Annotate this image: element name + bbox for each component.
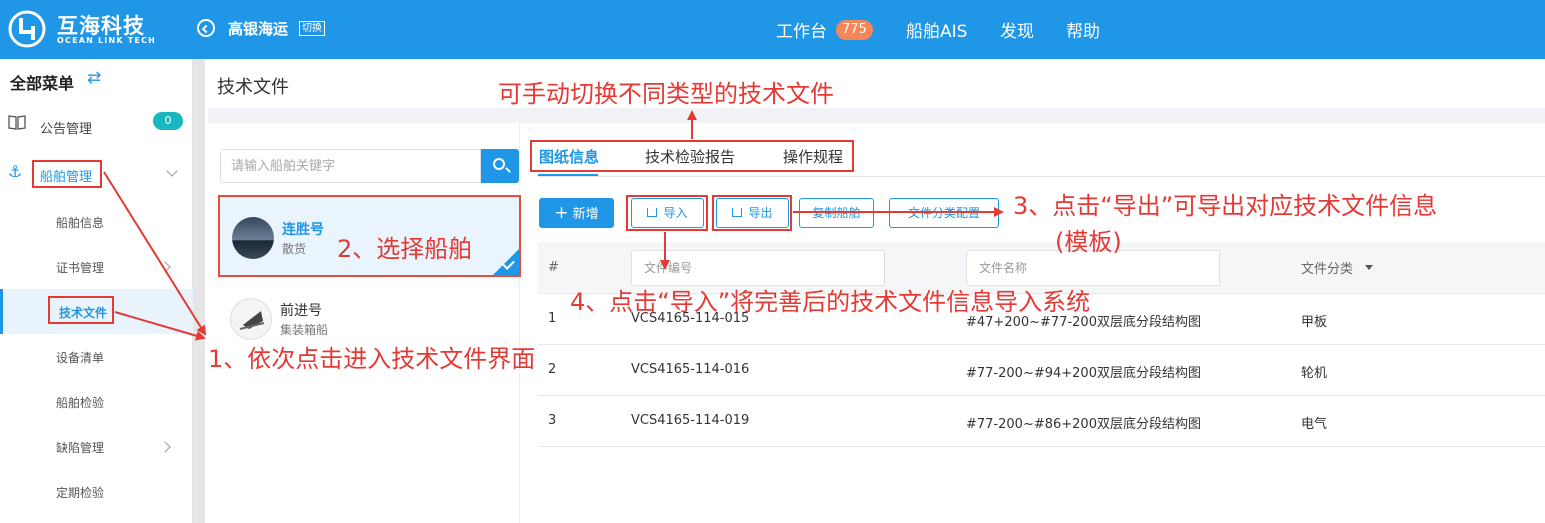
annotation-step-2: 2、选择船舶 (337, 235, 473, 263)
ship-name: 前进号 (280, 303, 322, 319)
company-name: 高银海运 (228, 20, 289, 38)
sidebar-scrollbar[interactable] (193, 59, 205, 523)
sidebar-item-label: 公告管理 (40, 122, 93, 137)
add-button[interactable]: + 新增 (539, 198, 614, 228)
caret-down-icon[interactable] (1365, 265, 1373, 270)
annotation-box-tabs (530, 140, 854, 172)
nav-help[interactable]: 帮助 (1066, 17, 1100, 42)
sidebar-item-ship-inspection[interactable]: 船舶检验 (56, 394, 104, 411)
row-category: 甲板 (1301, 315, 1328, 330)
back-arrow-icon[interactable] (197, 19, 215, 37)
row-index: 2 (548, 362, 557, 377)
content-divider (208, 108, 1545, 123)
nav-ship-ais[interactable]: 船舶AIS (906, 17, 967, 42)
annotation-step-1: 1、依次点击进入技术文件界面 (208, 345, 536, 373)
row-category: 电气 (1301, 417, 1328, 432)
anchor-icon: ⚓ (8, 162, 23, 181)
row-category: 轮机 (1301, 366, 1328, 381)
switch-company-button[interactable]: 切换 (299, 21, 325, 36)
search-icon (493, 158, 505, 170)
annotation-box-ship-management (32, 160, 102, 188)
table-row[interactable]: 2 VCS4165-114-016 #77-200~#94+200双层底分段结构… (538, 345, 1545, 396)
announcement-count-badge: 0 (153, 112, 183, 130)
annotation-step-4: 4、点击“导入”将完善后的技术文件信息导入系统 (570, 288, 1091, 316)
logo-subtext: OCEAN LINK TECH (57, 36, 157, 45)
file-number-filter-input[interactable] (631, 250, 885, 286)
ship-icon (239, 311, 265, 330)
ocean-link-logo-icon (8, 10, 46, 48)
chevron-down-icon (166, 165, 178, 177)
check-icon (493, 249, 519, 275)
ship-avatar (232, 217, 274, 259)
sidebar-item-equipment-list[interactable]: 设备清单 (56, 349, 104, 366)
sidebar-item-defects[interactable]: 缺陷管理 (56, 439, 104, 456)
table-row[interactable]: 3 VCS4165-114-019 #77-200~#86+200双层底分段结构… (538, 396, 1545, 447)
page-title: 技术文件 (217, 77, 289, 98)
annotation-step-3: 3、点击“导出”可导出对应技术文件信息 (1013, 192, 1438, 220)
annotation-box-import (626, 195, 708, 231)
annotation-box-export (712, 195, 792, 231)
nav-discover[interactable]: 发现 (1000, 17, 1034, 42)
annotation-box-tech-docs (48, 296, 114, 324)
row-index: 3 (548, 413, 557, 428)
plus-icon: + (554, 203, 569, 223)
row-file-number: VCS4165-114-019 (631, 413, 750, 428)
workbench-count-badge: 775 (836, 20, 873, 40)
ship-avatar (230, 298, 272, 340)
ship-search-input[interactable] (220, 149, 481, 183)
column-header-index: # (548, 260, 559, 275)
row-file-name: #77-200~#94+200双层底分段结构图 (966, 366, 1201, 381)
file-category-config-button[interactable]: 文件分类配置 (889, 198, 999, 228)
ship-type: 集装箱船 (280, 323, 329, 337)
tab-underline (538, 176, 1545, 177)
row-file-name: #77-200~#86+200双层底分段结构图 (966, 417, 1201, 432)
copy-ship-button[interactable]: 复制船舶 (799, 198, 874, 228)
row-file-number: VCS4165-114-016 (631, 362, 750, 377)
menu-toggle-icon[interactable]: ⇄ (87, 68, 101, 88)
column-header-category[interactable]: 文件分类 (1301, 258, 1353, 277)
row-index: 1 (548, 311, 557, 326)
active-indicator (0, 289, 3, 334)
annotation-tab-hint: 可手动切换不同类型的技术文件 (498, 80, 834, 108)
nav-workbench[interactable]: 工作台 (776, 17, 827, 42)
search-button[interactable] (481, 149, 519, 183)
annotation-step-3-sub: (模板) (1055, 228, 1122, 256)
sidebar-item-ship-info[interactable]: 船舶信息 (56, 214, 104, 231)
book-icon (8, 115, 26, 130)
menu-title: 全部菜单 (10, 74, 75, 93)
sidebar-item-certificates[interactable]: 证书管理 (56, 259, 104, 276)
ship-name: 连胜号 (282, 222, 324, 238)
ship-type: 散货 (282, 242, 307, 256)
sidebar-item-periodic-inspection[interactable]: 定期检验 (56, 484, 104, 501)
top-header: 互海科技 OCEAN LINK TECH 高银海运 切换 工作台 775 船舶A… (0, 0, 1545, 59)
